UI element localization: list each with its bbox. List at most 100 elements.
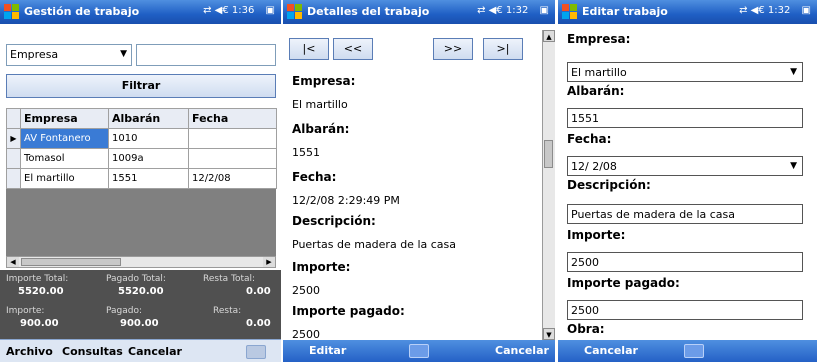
ok-icon[interactable]: ▣ [540,5,549,16]
screen-gestion-trabajo: Gestión de trabajo ⇄ ◀€ 1:36 ▣ Empresa ▼… [0,0,281,362]
filter-field-combo[interactable]: Empresa ▼ [6,44,132,66]
connectivity-icon[interactable]: ⇄ [203,5,211,16]
vertical-scrollbar[interactable]: ▲ ▼ [542,30,555,340]
ok-icon[interactable]: ▣ [802,5,811,16]
importe-pagado-label: Importe pagado: [292,304,405,318]
windows-logo-icon[interactable] [4,4,20,20]
totals-panel: Importe Total: 5520.00 Pagado Total: 552… [0,270,281,340]
importe-value: 900.00 [20,318,59,329]
fecha-label: Fecha: [567,132,612,146]
clock[interactable]: 1:32 [506,5,528,16]
importe-pagado-value: 2500 [292,328,320,340]
softkey-bar: Editar Cancelar [283,340,555,362]
importe-label: Importe: [6,306,45,316]
keyboard-icon[interactable] [246,345,266,359]
chevron-down-icon: ▼ [790,161,797,171]
empresa-label: Empresa: [292,74,356,88]
resta-label: Resta: [213,306,242,316]
pagado-total-label: Pagado Total: [106,274,166,284]
scroll-left-icon[interactable]: ◀ [7,257,19,267]
fecha-value: 12/2/08 2:29:49 PM [292,194,400,207]
clock[interactable]: 1:32 [768,5,790,16]
keyboard-icon[interactable] [409,344,429,358]
table-cell[interactable]: Tomasol [20,148,109,169]
softkey-bar: Cancelar [558,340,817,362]
importe-pagado-label: Importe pagado: [567,276,680,290]
title-bar: Editar trabajo ⇄ ◀€ 1:32 ▣ [558,0,817,24]
next-record-button[interactable]: >> [433,38,473,60]
filter-text-input[interactable] [136,44,276,66]
empresa-combo[interactable]: El martillo ▼ [567,62,803,82]
scroll-thumb[interactable] [21,258,121,266]
importe-total-label: Importe Total: [6,274,69,284]
table-cell[interactable] [188,148,277,169]
editar-softkey[interactable]: Editar [309,344,346,357]
windows-logo-icon[interactable] [562,4,578,20]
scroll-thumb[interactable] [544,140,553,168]
chevron-down-icon: ▼ [120,49,127,59]
cancelar-softkey[interactable]: Cancelar [495,344,549,357]
jobs-grid[interactable]: Empresa Albarán Fecha ▶ AV Fontanero 101… [6,108,277,256]
cancelar-softkey[interactable]: Cancelar [584,344,638,357]
connectivity-icon[interactable]: ⇄ [477,5,485,16]
window-title: Editar trabajo [582,5,668,18]
scroll-up-icon[interactable]: ▲ [543,30,555,42]
descripcion-label: Descripción: [567,178,651,192]
menu-consultas[interactable]: Consultas [62,345,123,358]
column-header-empresa[interactable]: Empresa [20,108,109,129]
importe-label: Importe: [567,228,626,242]
volume-icon[interactable]: ◀€ [215,5,229,16]
screen-detalles-trabajo: Detalles del trabajo ⇄ ◀€ 1:32 ▣ |< << >… [283,0,555,362]
empresa-value: El martillo [292,98,348,111]
horizontal-scrollbar[interactable]: ◀ ▶ [6,256,276,268]
connectivity-icon[interactable]: ⇄ [739,5,747,16]
first-record-button[interactable]: |< [289,38,329,60]
table-cell[interactable]: 1010 [108,128,189,149]
table-row[interactable]: Tomasol 1009a [6,148,277,169]
fecha-label: Fecha: [292,170,337,184]
chevron-down-icon: ▼ [790,67,797,77]
empresa-label: Empresa: [567,32,631,46]
table-cell[interactable]: AV Fontanero [20,128,109,149]
importe-label: Importe: [292,260,351,274]
volume-icon[interactable]: ◀€ [489,5,503,16]
volume-icon[interactable]: ◀€ [751,5,765,16]
importe-value: 2500 [292,284,320,297]
title-bar: Detalles del trabajo ⇄ ◀€ 1:32 ▣ [283,0,555,24]
pagado-value: 900.00 [120,318,159,329]
previous-record-button[interactable]: << [333,38,373,60]
filter-button[interactable]: Filtrar [6,74,276,98]
table-cell[interactable]: 12/2/08 [188,168,277,189]
table-row[interactable]: El martillo 1551 12/2/08 [6,168,277,189]
clock[interactable]: 1:36 [232,5,254,16]
fecha-picker[interactable]: 12/ 2/08 ▼ [567,156,803,176]
column-header-albaran[interactable]: Albarán [108,108,189,129]
descripcion-label: Descripción: [292,214,376,228]
last-record-button[interactable]: >| [483,38,523,60]
ok-icon[interactable]: ▣ [266,5,275,16]
resta-total-value: 0.00 [246,286,271,297]
windows-logo-icon[interactable] [287,4,303,20]
table-cell[interactable] [188,128,277,149]
title-bar: Gestión de trabajo ⇄ ◀€ 1:36 ▣ [0,0,281,24]
table-cell[interactable]: 1009a [108,148,189,169]
column-header-fecha[interactable]: Fecha [188,108,277,129]
importe-total-value: 5520.00 [18,286,64,297]
table-row[interactable]: ▶ AV Fontanero 1010 [6,128,277,149]
scroll-down-icon[interactable]: ▼ [543,328,555,340]
descripcion-input[interactable]: Puertas de madera de la casa [567,204,803,224]
menu-cancelar[interactable]: Cancelar [128,345,182,358]
scroll-right-icon[interactable]: ▶ [263,257,275,267]
window-title: Detalles del trabajo [307,5,430,18]
table-cell[interactable]: 1551 [108,168,189,189]
importe-pagado-input[interactable]: 2500 [567,300,803,320]
window-title: Gestión de trabajo [24,5,140,18]
albaran-input[interactable]: 1551 [567,108,803,128]
menu-archivo[interactable]: Archivo [6,345,53,358]
menu-bar: Archivo Consultas Cancelar [0,339,281,362]
importe-input[interactable]: 2500 [567,252,803,272]
obra-label: Obra: [567,322,605,336]
table-cell[interactable]: El martillo [20,168,109,189]
albaran-label: Albarán: [292,122,350,136]
keyboard-icon[interactable] [684,344,704,358]
